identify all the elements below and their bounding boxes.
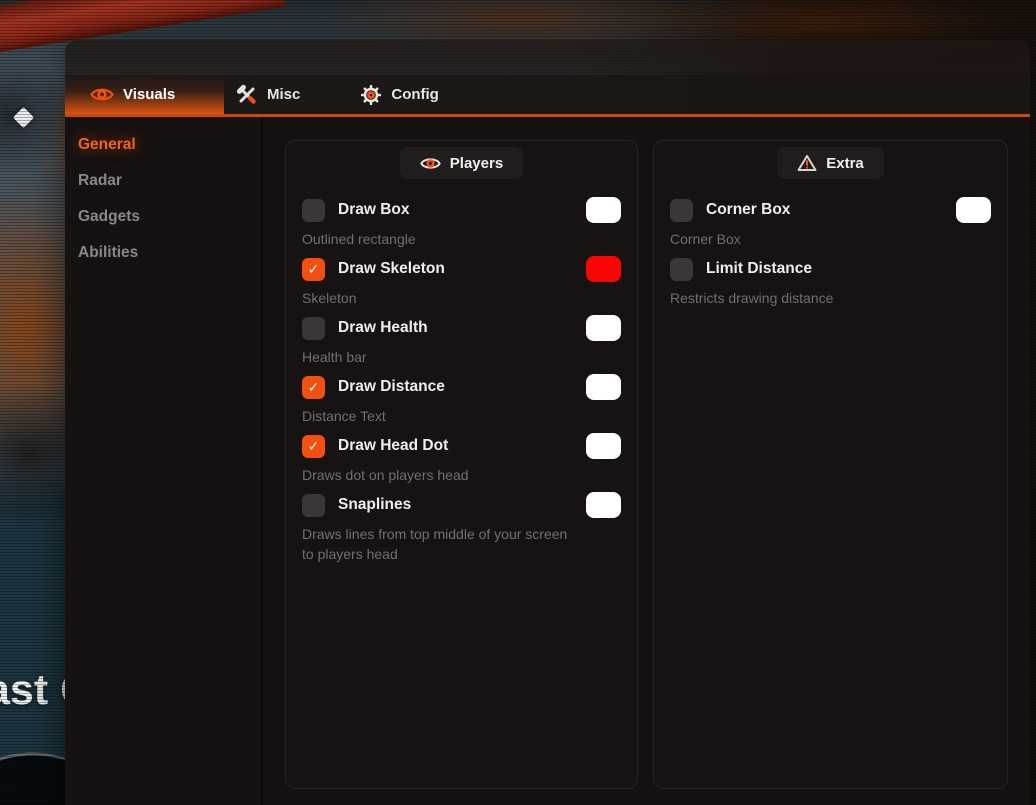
draw-distance-color-swatch[interactable] [586, 374, 621, 400]
option-limit-distance: Limit Distance Restricts drawing distanc… [670, 257, 991, 308]
panel-players: Players Draw Box Outlined rectangle [285, 140, 638, 789]
option-corner-box: Corner Box Corner Box [670, 198, 991, 249]
option-label: Corner Box [706, 201, 790, 219]
screen: ast G Visuals [0, 0, 1036, 805]
warning-icon [797, 154, 817, 172]
option-description: Skeleton [302, 288, 582, 308]
corner-box-checkbox[interactable] [670, 199, 693, 222]
tab-label: Config [391, 86, 438, 103]
panel-title: Players [450, 155, 503, 172]
sidebar-item-general[interactable]: General [65, 127, 261, 163]
tab-config[interactable]: Config [330, 75, 468, 114]
snaplines-color-swatch[interactable] [586, 492, 621, 518]
eye-icon [90, 86, 114, 103]
eye-icon [420, 156, 441, 171]
option-label: Draw Box [338, 201, 410, 219]
draw-head-dot-checkbox[interactable]: ✓ [302, 435, 325, 458]
corner-box-color-swatch[interactable] [956, 197, 991, 223]
option-draw-health: Draw Health Health bar [302, 316, 621, 367]
option-draw-box: Draw Box Outlined rectangle [302, 198, 621, 249]
mod-menu-window: Visuals Misc [65, 40, 1030, 805]
panel-title: Extra [826, 155, 864, 172]
snaplines-checkbox[interactable] [302, 494, 325, 517]
option-draw-distance: ✓ Draw Distance Distance Text [302, 375, 621, 426]
draw-skeleton-checkbox[interactable]: ✓ [302, 258, 325, 281]
option-label: Draw Health [338, 319, 428, 337]
option-description: Draws lines from top middle of your scre… [302, 524, 582, 564]
panel-players-header: Players [400, 147, 523, 179]
option-label: Draw Distance [338, 378, 445, 396]
option-description: Distance Text [302, 406, 582, 426]
gear-icon [360, 84, 382, 106]
option-description: Restricts drawing distance [670, 288, 950, 308]
window-header [65, 40, 1030, 75]
panel-extra-header: Extra [777, 147, 884, 179]
option-label: Draw Head Dot [338, 437, 448, 455]
tab-label: Misc [267, 86, 300, 103]
draw-health-checkbox[interactable] [302, 317, 325, 340]
sidebar-item-radar[interactable]: Radar [65, 163, 261, 199]
tab-visuals[interactable]: Visuals [65, 75, 224, 114]
draw-head-dot-color-swatch[interactable] [586, 433, 621, 459]
window-body: General Radar Gadgets Abilities [65, 117, 1030, 805]
panel-extra: Extra Corner Box Corner Box [653, 140, 1008, 789]
draw-box-checkbox[interactable] [302, 199, 325, 222]
sidebar: General Radar Gadgets Abilities [65, 117, 263, 805]
tab-misc[interactable]: Misc [224, 75, 330, 114]
option-description: Outlined rectangle [302, 229, 582, 249]
draw-distance-checkbox[interactable]: ✓ [302, 376, 325, 399]
option-label: Limit Distance [706, 260, 812, 278]
draw-box-color-swatch[interactable] [586, 197, 621, 223]
content-area: Players Draw Box Outlined rectangle [263, 117, 1030, 805]
option-label: Snaplines [338, 496, 411, 514]
tab-label: Visuals [123, 86, 175, 103]
crosshair-diamond-icon [13, 107, 34, 128]
sidebar-item-gadgets[interactable]: Gadgets [65, 199, 261, 235]
tab-bar: Visuals Misc [65, 75, 1030, 117]
limit-distance-checkbox[interactable] [670, 258, 693, 281]
options-list: Draw Box Outlined rectangle ✓ Draw Skele… [302, 198, 621, 564]
option-description: Corner Box [670, 229, 950, 249]
option-snaplines: Snaplines Draws lines from top middle of… [302, 493, 621, 564]
option-draw-head-dot: ✓ Draw Head Dot Draws dot on players hea… [302, 434, 621, 485]
option-label: Draw Skeleton [338, 260, 445, 278]
hammer-wrench-icon [236, 84, 258, 106]
draw-skeleton-color-swatch[interactable] [586, 256, 621, 282]
option-description: Health bar [302, 347, 582, 367]
option-draw-skeleton: ✓ Draw Skeleton Skeleton [302, 257, 621, 308]
option-description: Draws dot on players head [302, 465, 582, 485]
sidebar-item-abilities[interactable]: Abilities [65, 235, 261, 271]
draw-health-color-swatch[interactable] [586, 315, 621, 341]
options-list: Corner Box Corner Box Limit Distance [670, 198, 991, 308]
